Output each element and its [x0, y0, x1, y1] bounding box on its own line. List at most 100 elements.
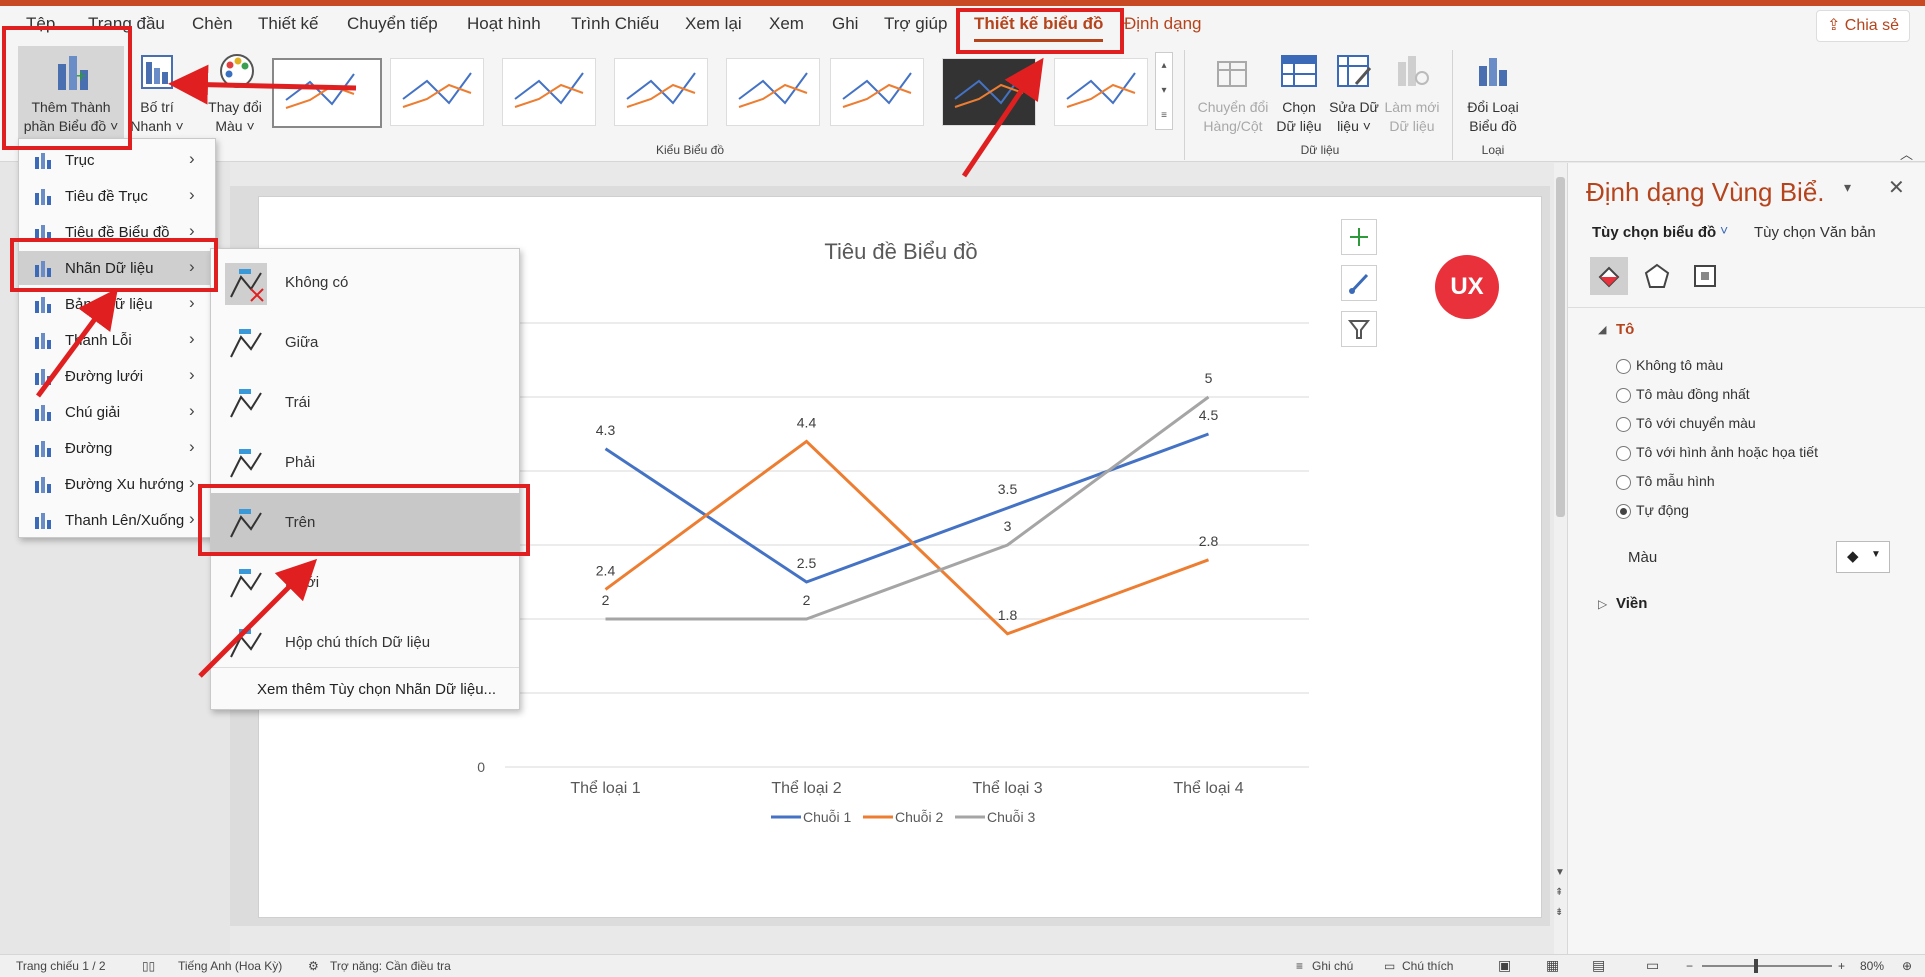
collapse-ribbon-icon[interactable]: ︿: [1900, 144, 1913, 163]
comments-button[interactable]: Chú thích: [1402, 959, 1453, 973]
data-label[interactable]: 4.5: [1199, 407, 1219, 423]
data-label[interactable]: 2: [803, 592, 811, 608]
data-label-option-center[interactable]: Giữa: [211, 313, 519, 373]
fill-expand-icon[interactable]: ◢: [1598, 323, 1606, 336]
data-label-option-data-callout[interactable]: Hộp chú thích Dữ liệu: [211, 613, 519, 673]
fill-option-label[interactable]: Không tô màu: [1636, 357, 1723, 373]
fill-option-radio[interactable]: [1616, 359, 1631, 374]
notes-button[interactable]: Ghi chú: [1312, 959, 1353, 973]
switch-row-column-button[interactable]: Chuyển đổi Hàng/Cột: [1192, 46, 1274, 142]
menu-item-legend[interactable]: Chú giải ›: [19, 395, 215, 429]
tab-text-options[interactable]: Tùy chọn Văn bản: [1754, 224, 1876, 241]
spell-check-icon[interactable]: ▯▯: [142, 959, 155, 973]
fill-option-label[interactable]: Tự động: [1636, 502, 1689, 518]
data-label[interactable]: 2: [602, 592, 610, 608]
data-label[interactable]: 3: [1004, 518, 1012, 534]
more-data-label-options[interactable]: Xem thêm Tùy chọn Nhãn Dữ liệu...: [257, 681, 496, 698]
data-label[interactable]: 1.8: [998, 607, 1018, 623]
gallery-down-icon[interactable]: ▾: [1156, 78, 1172, 103]
scroll-thumb[interactable]: [1556, 177, 1565, 517]
data-label[interactable]: 2.5: [797, 555, 817, 571]
data-label-option-left[interactable]: Trái: [211, 373, 519, 433]
comments-icon[interactable]: ▭: [1384, 959, 1395, 973]
prev-slide-icon[interactable]: ⇞: [1555, 887, 1563, 898]
pane-close-icon[interactable]: ✕: [1888, 175, 1905, 200]
refresh-data-button[interactable]: Làm mới Dữ liệu: [1382, 46, 1442, 142]
series-line-2[interactable]: [604, 439, 1210, 636]
fill-option-radio[interactable]: [1616, 388, 1631, 403]
slide-scrollbar[interactable]: ▼ ⇞ ⇟: [1554, 163, 1567, 954]
chart-elements-button[interactable]: [1341, 219, 1377, 255]
fill-option-radio[interactable]: [1616, 446, 1631, 461]
slideshow-view-icon[interactable]: ▭: [1646, 957, 1659, 974]
slide-sorter-icon[interactable]: ▦: [1546, 957, 1559, 974]
border-expand-icon[interactable]: ▷: [1598, 597, 1607, 611]
fill-option-radio[interactable]: [1616, 417, 1631, 432]
change-chart-type-button[interactable]: Đổi Loại Biểu đồ: [1458, 46, 1528, 142]
fill-option-radio[interactable]: [1616, 504, 1631, 519]
fill-option-label[interactable]: Tô với hình ảnh hoặc họa tiết: [1636, 444, 1818, 460]
fill-option-label[interactable]: Tô với chuyển màu: [1636, 415, 1756, 431]
fill-option-label[interactable]: Tô mẫu hình: [1636, 473, 1715, 489]
menu-item-data-table[interactable]: Bảng Dữ liệu ›: [19, 287, 215, 321]
zoom-out-icon[interactable]: −: [1686, 959, 1693, 973]
normal-view-icon[interactable]: ▣: [1498, 957, 1511, 974]
chart-style-thumbnail[interactable]: [726, 58, 820, 126]
legend-entry[interactable]: Chuỗi 3: [987, 809, 1035, 825]
chart-style-thumbnail[interactable]: [614, 58, 708, 126]
menu-item-up-down-bars[interactable]: Thanh Lên/Xuống ›: [19, 503, 215, 537]
zoom-in-icon[interactable]: +: [1838, 959, 1845, 973]
menu-item-gridlines[interactable]: Đường lưới ›: [19, 359, 215, 393]
gallery-up-icon[interactable]: ▴: [1156, 53, 1172, 78]
chart-style-thumbnail[interactable]: [830, 58, 924, 126]
select-data-button[interactable]: Chọn Dữ liệu: [1274, 46, 1324, 142]
data-label-option-none[interactable]: Không có: [211, 253, 519, 313]
accessibility-status[interactable]: Trợ năng: Cần điều tra: [330, 959, 451, 973]
chart-style-thumbnail[interactable]: [272, 58, 382, 128]
legend-entry[interactable]: Chuỗi 1: [803, 809, 851, 825]
menu-item-axis-titles[interactable]: Tiêu đề Trục ›: [19, 179, 215, 213]
menu-item-lines[interactable]: Đường ›: [19, 431, 215, 465]
tab-chart-options[interactable]: Tùy chọn biểu đồ: [1592, 224, 1716, 241]
chart-title[interactable]: Tiêu đề Biểu đồ: [824, 239, 977, 264]
gallery-more-icon[interactable]: ≡: [1156, 103, 1172, 128]
menu-item-error-bars[interactable]: Thanh Lỗi ›: [19, 323, 215, 357]
chart-style-thumbnail[interactable]: [942, 58, 1036, 126]
scroll-down-icon[interactable]: ▼: [1555, 867, 1565, 878]
accessibility-icon[interactable]: ⚙: [308, 959, 319, 973]
reading-view-icon[interactable]: ▤: [1592, 957, 1605, 974]
fill-line-tab[interactable]: [1590, 257, 1628, 295]
zoom-slider-thumb[interactable]: [1754, 959, 1758, 973]
language-indicator[interactable]: Tiếng Anh (Hoa Kỳ): [178, 959, 282, 973]
data-label[interactable]: 2.4: [596, 562, 616, 578]
chart-style-thumbnail[interactable]: [502, 58, 596, 126]
effects-tab[interactable]: [1638, 257, 1676, 295]
chart-options-chevron-icon[interactable]: ˅: [1720, 222, 1728, 238]
chart-style-thumbnail[interactable]: [1054, 58, 1148, 126]
zoom-level[interactable]: 80%: [1860, 959, 1884, 973]
notes-icon[interactable]: ≡: [1296, 959, 1303, 973]
fit-slide-icon[interactable]: ⊕: [1902, 959, 1912, 973]
menu-item-trendline[interactable]: Đường Xu hướng ›: [19, 467, 215, 501]
data-label-option-below[interactable]: Dưới: [211, 553, 519, 613]
data-label[interactable]: 4.3: [596, 422, 616, 438]
data-label[interactable]: 5: [1205, 370, 1213, 386]
chart-styles-button[interactable]: [1341, 265, 1377, 301]
fill-option-radio[interactable]: [1616, 475, 1631, 490]
chart-style-thumbnail[interactable]: [390, 58, 484, 126]
next-slide-icon[interactable]: ⇟: [1555, 907, 1563, 918]
pane-options-icon[interactable]: ▾: [1844, 179, 1851, 196]
size-properties-tab[interactable]: [1686, 257, 1724, 295]
fill-section-header[interactable]: Tô: [1616, 321, 1634, 338]
data-label[interactable]: 3.5: [998, 481, 1018, 497]
data-label[interactable]: 2.8: [1199, 533, 1219, 549]
fill-option-label[interactable]: Tô màu đồng nhất: [1636, 386, 1750, 402]
data-label[interactable]: 4.4: [797, 414, 817, 430]
edit-data-button[interactable]: Sửa Dữ liệu ˅: [1326, 46, 1382, 142]
legend-entry[interactable]: Chuỗi 2: [895, 809, 943, 825]
chart-filters-button[interactable]: [1341, 311, 1377, 347]
gallery-scroll[interactable]: ▴ ▾ ≡: [1155, 52, 1173, 130]
border-section-header[interactable]: Viền: [1616, 595, 1647, 612]
zoom-slider[interactable]: [1702, 959, 1832, 973]
share-button[interactable]: ⇪ Chia sẻ: [1816, 10, 1910, 42]
